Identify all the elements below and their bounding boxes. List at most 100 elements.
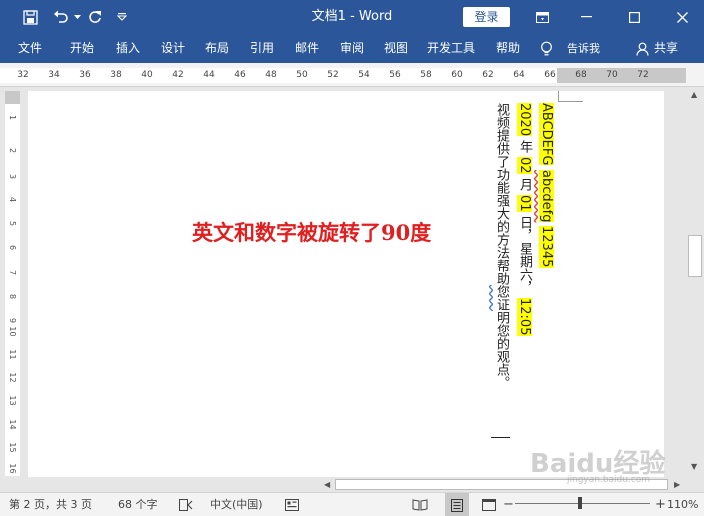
text-month: 02 <box>517 157 532 174</box>
status-bar: 第 2 页，共 3 页 68 个字 中文(中国) − + 110% <box>0 492 704 516</box>
tab-view[interactable]: 视图 <box>384 34 408 63</box>
language-indicator[interactable]: 中文(中国) <box>210 493 263 516</box>
text-sentence-part2: 您证 <box>494 285 509 311</box>
tab-review[interactable]: 审阅 <box>340 34 364 63</box>
share-button[interactable]: 共享 <box>654 34 678 63</box>
ruler-number: 34 <box>48 70 60 80</box>
tab-developer[interactable]: 开发工具 <box>427 34 475 63</box>
login-button[interactable]: 登录 <box>463 7 510 27</box>
vruler-number: 16 <box>8 463 17 474</box>
vruler-number: 15 <box>8 442 17 453</box>
ruler-number: 72 <box>637 70 649 80</box>
annotation-text: 英文和数字被旋转了90度 <box>192 220 432 245</box>
tab-insert[interactable]: 插入 <box>116 34 140 63</box>
tab-layout[interactable]: 布局 <box>205 34 229 63</box>
text-column-1[interactable]: ABCDEFG abcdefg 12345 <box>536 103 556 268</box>
zoom-slider-track[interactable] <box>515 503 650 504</box>
ruler-number: 36 <box>79 70 91 80</box>
text-sentence-part3: 明您的观点。 <box>494 311 509 389</box>
text-column-2[interactable]: 2020 年 02 月 01 日，星期六， 12:05 <box>514 103 534 336</box>
vruler-number: 1 <box>8 114 17 121</box>
zoom-slider-thumb[interactable] <box>578 497 582 509</box>
print-layout-icon[interactable] <box>445 493 469 516</box>
ruler-number: 66 <box>544 70 556 80</box>
text-latin-lower: abcdefg <box>539 169 554 223</box>
vruler-number: 4 <box>8 196 17 203</box>
lightbulb-icon[interactable] <box>540 34 553 63</box>
text-nian: 年 <box>517 140 532 154</box>
ruler-number: 38 <box>110 70 122 80</box>
word-count[interactable]: 68 个字 <box>118 493 158 516</box>
vertical-ruler-margin <box>5 91 20 104</box>
close-icon[interactable] <box>672 0 692 34</box>
ruler-number: 58 <box>420 70 432 80</box>
scroll-left-icon[interactable]: ◀ <box>324 480 330 489</box>
zoom-level[interactable]: 110% <box>667 493 698 516</box>
ruler-number: 32 <box>17 70 29 80</box>
undo-icon[interactable] <box>50 0 72 34</box>
person-icon[interactable] <box>636 34 649 63</box>
tell-me-search[interactable]: 告诉我 <box>567 34 600 63</box>
tab-help[interactable]: 帮助 <box>496 34 520 63</box>
web-layout-icon[interactable] <box>482 493 496 516</box>
document-page[interactable] <box>28 91 664 477</box>
vruler-number: 13 <box>8 395 17 406</box>
ruler-number: 44 <box>203 70 215 80</box>
vruler-number: 10 <box>8 326 17 337</box>
horizontal-ruler: 32 34 36 38 40 42 44 46 48 50 52 54 56 5… <box>0 63 704 87</box>
ruler-number: 70 <box>606 70 618 80</box>
ribbon-display-options-icon[interactable] <box>532 0 552 34</box>
ruler-number: 42 <box>172 70 184 80</box>
undo-dropdown-icon[interactable] <box>72 0 82 34</box>
title-bar: 文档1 - Word 登录 <box>0 0 704 34</box>
ruler-number: 46 <box>234 70 246 80</box>
vruler-number: 8 <box>8 293 17 300</box>
vertical-scrollbar[interactable] <box>686 87 704 476</box>
ruler-number: 56 <box>389 70 401 80</box>
watermark-sub: jingyan.baidu.com <box>567 475 651 485</box>
vruler-number: 5 <box>8 220 17 227</box>
vertical-scroll-thumb[interactable] <box>688 235 702 277</box>
margin-corner-mark <box>558 91 583 102</box>
page-count[interactable]: 第 2 页，共 3 页 <box>9 493 92 516</box>
ruler-number: 52 <box>327 70 339 80</box>
tab-home[interactable]: 开始 <box>70 34 94 63</box>
text-cursor <box>491 437 510 438</box>
vruler-number: 12 <box>8 372 17 383</box>
scroll-right-icon[interactable]: ▶ <box>674 480 680 489</box>
tab-mailings[interactable]: 邮件 <box>295 34 319 63</box>
ruler-number: 40 <box>141 70 153 80</box>
read-mode-icon[interactable] <box>412 493 428 516</box>
zoom-in-icon[interactable]: + <box>655 493 666 516</box>
proofing-icon[interactable] <box>179 493 193 516</box>
ruler-number: 50 <box>296 70 308 80</box>
ruler-number: 48 <box>265 70 277 80</box>
vruler-number: 7 <box>8 269 17 276</box>
text-ri: 日，星期六， <box>517 215 532 294</box>
text-time: 12:05 <box>517 298 532 336</box>
text-year: 2020 <box>517 103 532 137</box>
vruler-number: 3 <box>8 173 17 180</box>
redo-icon[interactable] <box>84 0 106 34</box>
text-day: 01 <box>517 195 532 212</box>
ruler-number: 62 <box>482 70 494 80</box>
customize-toolbar-icon[interactable] <box>114 0 130 34</box>
text-column-3[interactable]: 视频提供了功能强大的方法帮助您证明您的观点。 <box>491 103 511 389</box>
ribbon-tabs: 文件 开始 插入 设计 布局 引用 邮件 审阅 视图 开发工具 帮助 告诉我 共… <box>0 34 704 63</box>
tab-file[interactable]: 文件 <box>18 34 42 63</box>
vruler-number: 11 <box>8 349 17 360</box>
vruler-number: 14 <box>8 419 17 430</box>
tab-design[interactable]: 设计 <box>161 34 185 63</box>
ruler-number: 60 <box>451 70 463 80</box>
minimize-icon[interactable] <box>576 0 596 34</box>
text-yue: 月 <box>517 178 532 192</box>
tab-references[interactable]: 引用 <box>250 34 274 63</box>
maximize-icon[interactable] <box>624 0 644 34</box>
save-icon[interactable] <box>18 0 42 34</box>
accessibility-icon[interactable] <box>285 493 299 516</box>
ruler-number: 54 <box>358 70 370 80</box>
zoom-out-icon[interactable]: − <box>503 493 514 516</box>
scroll-down-icon[interactable]: ▼ <box>691 462 697 471</box>
ruler-number: 68 <box>575 70 587 80</box>
scroll-up-icon[interactable]: ▲ <box>691 90 697 99</box>
